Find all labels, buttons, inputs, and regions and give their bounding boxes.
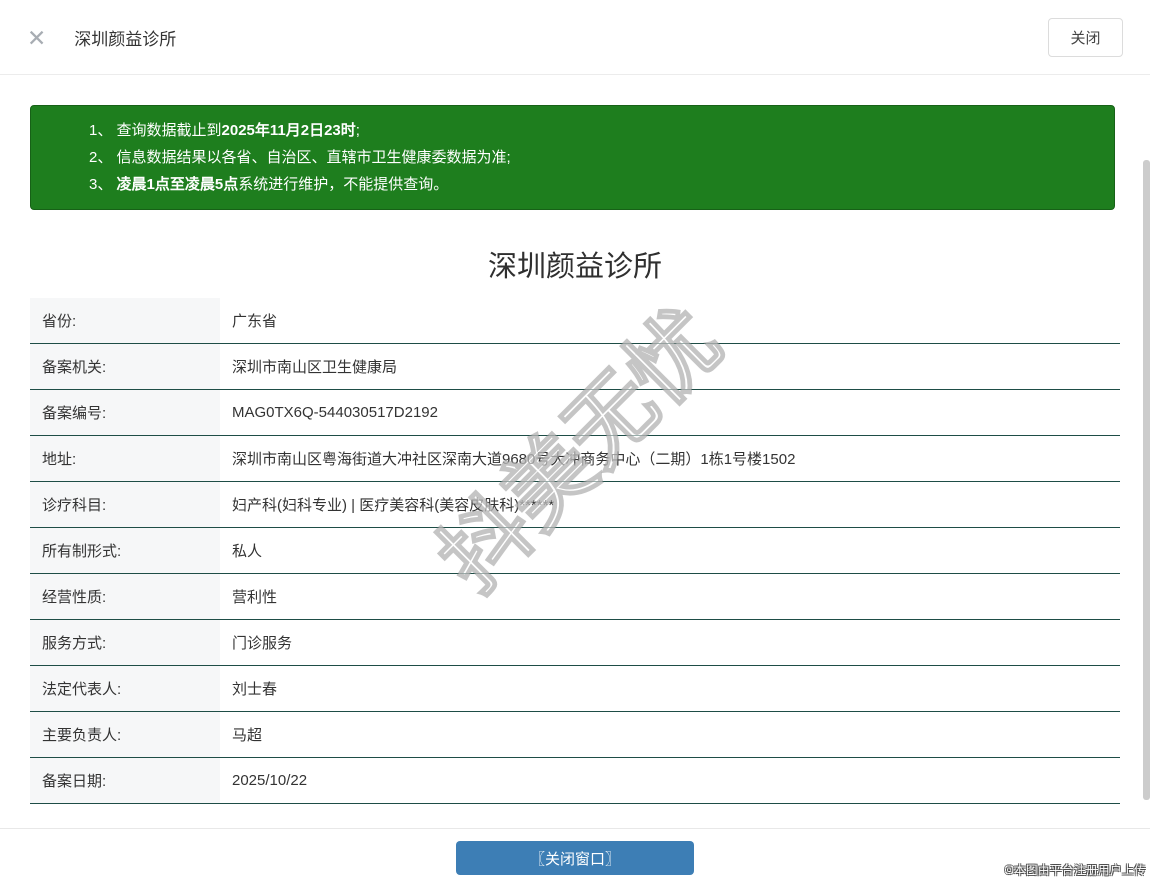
table-row: 主要负责人: 马超 <box>30 712 1120 758</box>
table-row: 省份: 广东省 <box>30 298 1120 344</box>
row-label: 经营性质: <box>30 574 220 619</box>
row-label: 主要负责人: <box>30 712 220 757</box>
table-row: 法定代表人: 刘士春 <box>30 666 1120 712</box>
table-row: 备案机关: 深圳市南山区卫生健康局 <box>30 344 1120 390</box>
notice-list: 1、 查询数据截止到2025年11月2日23时; 2、 信息数据结果以各省、自治区… <box>89 117 1094 198</box>
row-value: 马超 <box>232 727 263 744</box>
window-title: 深圳颜益诊所 <box>74 29 177 49</box>
row-label: 备案编号: <box>30 390 220 435</box>
row-value: 广东省 <box>232 313 278 330</box>
notice-line: 1、 查询数据截止到2025年11月2日23时; <box>89 122 360 139</box>
info-table: 省份: 广东省 备案机关: 深圳市南山区卫生健康局 备案编号: MAG0TX6Q-5440… <box>30 298 1120 804</box>
table-row: 备案编号: MAG0TX6Q-544030517D2192 <box>30 390 1120 436</box>
row-value: 2025/10/22 <box>232 772 308 789</box>
row-label: 备案机关: <box>30 344 220 389</box>
row-label: 诊疗科目: <box>30 482 220 527</box>
footer: 〖关闭窗口〗 <box>0 829 1150 875</box>
close-button[interactable]: 关闭 <box>1048 17 1123 57</box>
row-label: 省份: <box>30 298 220 343</box>
row-label: 备案日期: <box>30 758 220 803</box>
upload-credit: ©本图由平台注册用户上传 <box>1005 865 1146 877</box>
row-value: 深圳市南山区粤海街道大冲社区深南大道9680号大冲商务中心（二期）1栋1号楼15… <box>232 451 796 468</box>
row-value: 门诊服务 <box>232 635 293 652</box>
close-icon[interactable]: ✕ <box>27 26 46 50</box>
table-row: 服务方式: 门诊服务 <box>30 620 1120 666</box>
row-value: 深圳市南山区卫生健康局 <box>232 359 398 376</box>
vertical-scrollbar[interactable] <box>1143 160 1150 800</box>
notice-banner: 1、 查询数据截止到2025年11月2日23时; 2、 信息数据结果以各省、自治区… <box>30 105 1115 210</box>
row-label: 法定代表人: <box>30 666 220 711</box>
table-row: 备案日期: 2025/10/22 <box>30 758 1120 804</box>
notice-line: 3、 凌晨1点至凌晨5点系统进行维护，不能提供查询。 <box>89 176 449 193</box>
page-title: 深圳颜益诊所 <box>487 251 662 283</box>
notice-line: 2、 信息数据结果以各省、自治区、直辖市卫生健康委数据为准; <box>89 149 511 166</box>
row-value: 刘士春 <box>232 681 278 698</box>
row-value: 私人 <box>232 543 263 560</box>
row-value: 妇产科(妇科专业) | 医疗美容科(美容皮肤科)****** <box>232 497 555 514</box>
row-label: 所有制形式: <box>30 528 220 573</box>
table-row: 诊疗科目: 妇产科(妇科专业) | 医疗美容科(美容皮肤科)****** <box>30 482 1120 528</box>
row-label: 地址: <box>30 436 220 481</box>
row-label: 服务方式: <box>30 620 220 665</box>
top-bar: ✕ 深圳颜益诊所 关闭 <box>0 0 1150 75</box>
table-row: 地址: 深圳市南山区粤海街道大冲社区深南大道9680号大冲商务中心（二期）1栋1号… <box>30 436 1120 482</box>
table-row: 经营性质: 营利性 <box>30 574 1120 620</box>
row-value: MAG0TX6Q-544030517D2192 <box>232 404 438 421</box>
table-row: 所有制形式: 私人 <box>30 528 1120 574</box>
close-window-button[interactable]: 〖关闭窗口〗 <box>456 841 694 875</box>
row-value: 营利性 <box>232 589 278 606</box>
